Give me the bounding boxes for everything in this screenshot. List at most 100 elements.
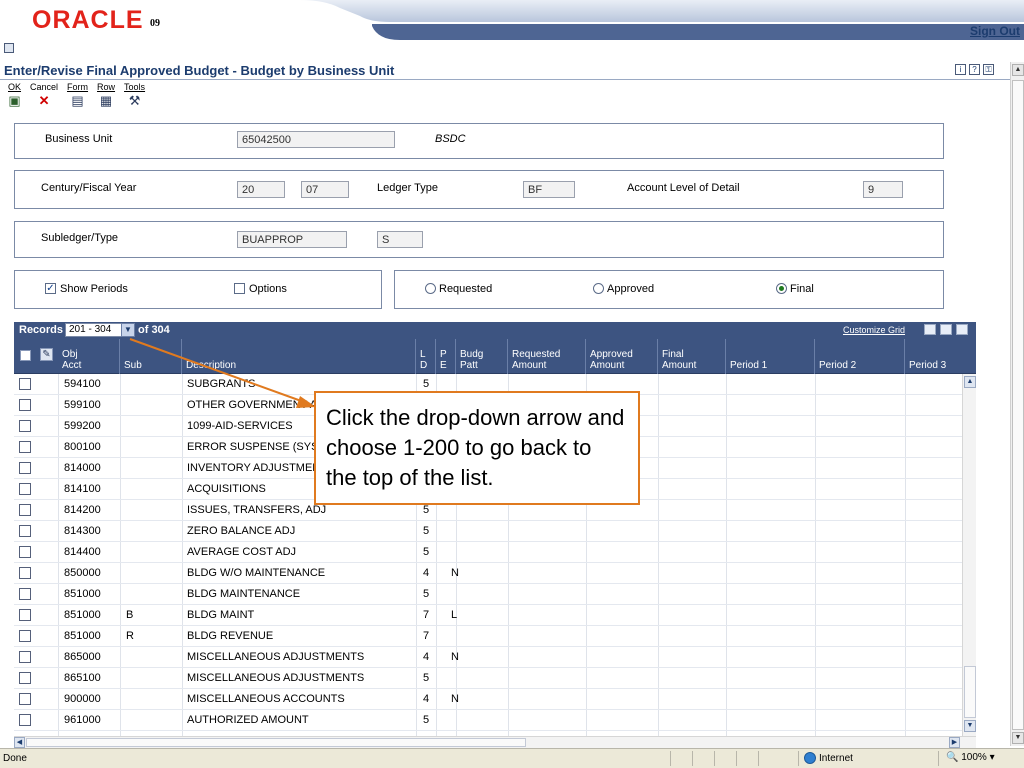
page-vertical-scrollbar[interactable]: ▲ ▼ <box>1010 62 1024 746</box>
row-select-checkbox[interactable] <box>19 546 31 558</box>
cell-obj-acct[interactable]: 851000 <box>64 609 101 621</box>
cell-obj-acct[interactable]: 851000 <box>64 630 101 642</box>
cell-pe[interactable]: N <box>451 651 459 663</box>
grid-scroll-right-icon[interactable]: ▶ <box>949 737 960 748</box>
col-period-1[interactable]: Period 1 <box>726 339 815 374</box>
ok-button[interactable]: OK ▣ <box>8 82 21 109</box>
cell-obj-acct[interactable]: 961000 <box>64 714 101 726</box>
table-row[interactable]: 865100 MISCELLANEOUS ADJUSTMENTS 5 <box>14 668 962 689</box>
row-select-checkbox[interactable] <box>19 567 31 579</box>
col-ld[interactable]: LD <box>416 339 436 374</box>
row-select-checkbox[interactable] <box>19 525 31 537</box>
cell-obj-acct[interactable]: 865100 <box>64 672 101 684</box>
grid-vertical-scrollbar[interactable]: ▲ ▼ <box>962 374 976 736</box>
grid-scroll-thumb[interactable] <box>964 666 976 718</box>
row-select-checkbox[interactable] <box>19 441 31 453</box>
cell-obj-acct[interactable]: 814300 <box>64 525 101 537</box>
cancel-button[interactable]: Cancel ✕ <box>30 82 58 109</box>
cell-obj-acct[interactable]: 594100 <box>64 378 101 390</box>
col-period-3[interactable]: Period 3 <box>905 339 976 374</box>
cell-sub[interactable]: B <box>126 609 133 621</box>
row-select-checkbox[interactable] <box>19 693 31 705</box>
options-checkbox[interactable] <box>234 283 245 294</box>
table-row[interactable]: 900000 MISCELLANEOUS ACCOUNTS 4 N <box>14 689 962 710</box>
maximize-grid-icon[interactable] <box>956 324 968 335</box>
cell-sub[interactable]: R <box>126 630 134 642</box>
table-row[interactable]: 814300 ZERO BALANCE ADJ 5 <box>14 521 962 542</box>
col-period-2[interactable]: Period 2 <box>815 339 905 374</box>
row-select-checkbox[interactable] <box>19 714 31 726</box>
cell-obj-acct[interactable]: 814400 <box>64 546 101 558</box>
cell-obj-acct[interactable]: 850000 <box>64 567 101 579</box>
row-select-checkbox[interactable] <box>19 378 31 390</box>
row-select-checkbox[interactable] <box>19 399 31 411</box>
ledger-type-field[interactable]: BF <box>523 181 575 198</box>
grid-scroll-left-icon[interactable]: ◀ <box>14 737 25 748</box>
tools-menu-button[interactable]: Tools ⚒ <box>124 82 145 109</box>
row-select-checkbox[interactable] <box>19 504 31 516</box>
cell-obj-acct[interactable]: 599100 <box>64 399 101 411</box>
help-icon[interactable]: ? <box>969 64 980 75</box>
personalize-icon[interactable]: ⚿ <box>983 64 994 75</box>
col-sub[interactable]: Sub <box>120 339 182 374</box>
show-periods-checkbox[interactable]: ✓ <box>45 283 56 294</box>
col-final-amount[interactable]: Final Amount <box>658 339 726 374</box>
export-icon[interactable] <box>924 324 936 335</box>
grid-hscroll-thumb[interactable] <box>26 738 526 747</box>
import-icon[interactable] <box>940 324 952 335</box>
table-row[interactable]: 850000 BLDG W/O MAINTENANCE 4 N <box>14 563 962 584</box>
cell-pe[interactable]: L <box>451 609 457 621</box>
cell-obj-acct[interactable]: 814200 <box>64 504 101 516</box>
table-row[interactable]: 851000 R BLDG REVENUE 7 <box>14 626 962 647</box>
grid-horizontal-scrollbar[interactable]: ◀ ▶ <box>14 736 976 748</box>
cell-obj-acct[interactable]: 865000 <box>64 651 101 663</box>
zoom-level[interactable]: 🔍 100% ▾ <box>946 752 995 763</box>
row-select-checkbox[interactable] <box>19 483 31 495</box>
row-menu-button[interactable]: Row ▦ <box>97 82 115 109</box>
cell-pe[interactable]: N <box>451 567 459 579</box>
scroll-up-icon[interactable]: ▲ <box>1012 64 1024 76</box>
row-select-checkbox[interactable] <box>19 609 31 621</box>
records-dropdown-arrow-icon[interactable]: ▼ <box>121 323 135 337</box>
page-scroll-thumb[interactable] <box>1012 80 1024 730</box>
row-select-checkbox[interactable] <box>19 588 31 600</box>
sign-out-link[interactable]: Sign Out <box>970 24 1020 38</box>
row-select-checkbox[interactable] <box>19 651 31 663</box>
table-row[interactable]: 851000 B BLDG MAINT 7 L <box>14 605 962 626</box>
scroll-down-icon[interactable]: ▼ <box>1012 732 1024 744</box>
cell-obj-acct[interactable]: 851000 <box>64 588 101 600</box>
business-unit-field[interactable]: 65042500 <box>237 131 395 148</box>
col-approved-amount[interactable]: Approved Amount <box>586 339 658 374</box>
grid-scroll-up-icon[interactable]: ▲ <box>964 376 976 388</box>
col-description[interactable]: Description <box>182 339 416 374</box>
final-radio[interactable] <box>776 283 787 294</box>
col-requested-amount[interactable]: Requested Amount <box>508 339 586 374</box>
customize-grid-link[interactable]: Customize Grid <box>843 325 905 335</box>
fiscal-year-field[interactable]: 07 <box>301 181 349 198</box>
grid-scroll-down-icon[interactable]: ▼ <box>964 720 976 732</box>
table-row[interactable]: 865000 MISCELLANEOUS ADJUSTMENTS 4 N <box>14 647 962 668</box>
row-select-checkbox[interactable] <box>19 462 31 474</box>
table-row[interactable]: 851000 BLDG MAINTENANCE 5 <box>14 584 962 605</box>
info-icon[interactable]: i <box>955 64 966 75</box>
row-select-checkbox[interactable] <box>19 420 31 432</box>
window-icon[interactable] <box>4 43 14 53</box>
cell-obj-acct[interactable]: 800100 <box>64 441 101 453</box>
subledger-type-field[interactable]: S <box>377 231 423 248</box>
subledger-field[interactable]: BUAPPROP <box>237 231 347 248</box>
col-budg-patt[interactable]: Budg Patt <box>456 339 508 374</box>
cell-obj-acct[interactable]: 814000 <box>64 462 101 474</box>
row-select-checkbox[interactable] <box>19 630 31 642</box>
cell-obj-acct[interactable]: 814100 <box>64 483 101 495</box>
requested-radio[interactable] <box>425 283 436 294</box>
select-all-checkbox[interactable] <box>20 350 31 361</box>
approved-radio[interactable] <box>593 283 604 294</box>
form-menu-button[interactable]: Form ▤ <box>67 82 88 109</box>
edit-pencil-icon[interactable]: ✎ <box>40 348 53 361</box>
cell-pe[interactable]: N <box>451 693 459 705</box>
table-row[interactable]: 814400 AVERAGE COST ADJ 5 <box>14 542 962 563</box>
century-field[interactable]: 20 <box>237 181 285 198</box>
cell-obj-acct[interactable]: 599200 <box>64 420 101 432</box>
row-select-checkbox[interactable] <box>19 672 31 684</box>
account-level-field[interactable]: 9 <box>863 181 903 198</box>
